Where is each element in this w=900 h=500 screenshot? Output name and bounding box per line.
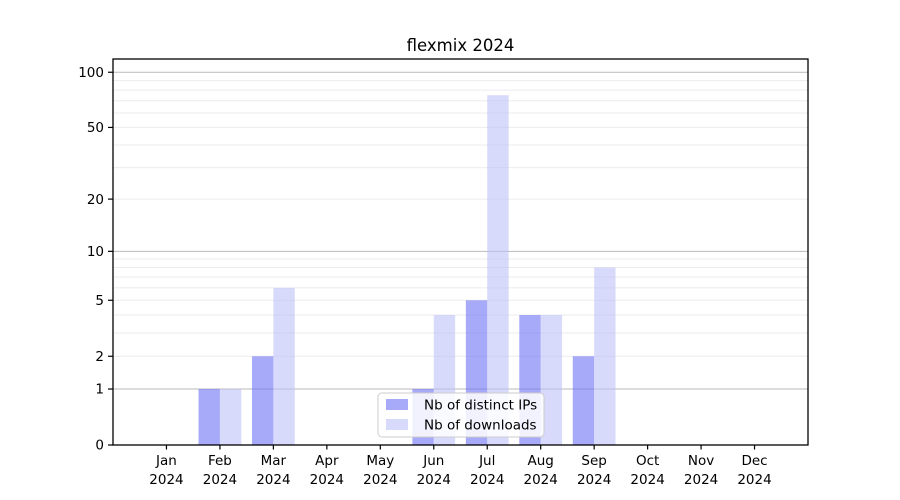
x-tick-label-month: Aug [528, 453, 554, 469]
x-tick-label-month: Nov [688, 453, 714, 469]
x-tick-label-month: Feb [208, 453, 232, 469]
x-tick-label-year: 2024 [737, 472, 771, 488]
bar-distinct-ips-sep [573, 356, 594, 445]
x-tick-label-year: 2024 [417, 472, 451, 488]
x-tick-label-year: 2024 [577, 472, 611, 488]
bar-distinct-ips-mar [252, 356, 273, 445]
x-tick-label-month: May [366, 453, 394, 469]
y-tick-label: 2 [95, 349, 104, 365]
x-tick-label-month: Mar [261, 453, 287, 469]
y-tick-label: 20 [87, 192, 104, 208]
x-tick-label-year: 2024 [470, 472, 504, 488]
x-tick-label-month: Jan [155, 453, 177, 469]
x-tick-label-month: Jun [422, 453, 444, 469]
bar-chart: 0 1 2 5 10 20 50 100 Jan 2024 Feb 2024 Mar 2024 Apr 202… [0, 0, 900, 500]
bar-downloads-sep [594, 268, 615, 445]
chart-canvas: 0 1 2 5 10 20 50 100 Jan 2024 Feb 2024 Mar 2024 Apr 202… [0, 0, 900, 500]
plot-border [113, 59, 808, 445]
legend: Nb of distinct IPs Nb of downloads [378, 393, 544, 437]
legend-label-downloads: Nb of downloads [424, 418, 537, 434]
bar-downloads-feb [220, 389, 241, 445]
bar-distinct-ips-feb [199, 389, 220, 445]
x-tick-label-year: 2024 [310, 472, 344, 488]
legend-swatch-distinct-ips [386, 399, 408, 410]
chart-title: flexmix 2024 [407, 36, 515, 55]
y-tick-label: 50 [87, 120, 104, 136]
y-tick-label: 0 [95, 438, 104, 454]
legend-label-distinct-ips: Nb of distinct IPs [424, 398, 537, 414]
x-tick-label-year: 2024 [203, 472, 237, 488]
x-tick-label-month: Dec [741, 453, 767, 469]
x-tick-label-year: 2024 [630, 472, 664, 488]
x-tick-label-year: 2024 [149, 472, 183, 488]
y-tick-label: 1 [95, 382, 104, 398]
y-tick-label: 10 [87, 244, 104, 260]
y-tick-label: 100 [78, 65, 104, 81]
legend-swatch-downloads [386, 419, 408, 430]
y-tick-label: 5 [95, 293, 104, 309]
x-tick-label-year: 2024 [524, 472, 558, 488]
major-gridlines [113, 72, 808, 389]
x-tick-label-year: 2024 [363, 472, 397, 488]
x-tick-label-month: Apr [315, 453, 339, 469]
minor-gridlines [113, 81, 808, 357]
x-tick-label-month: Oct [636, 453, 659, 469]
x-tick-label-year: 2024 [684, 472, 718, 488]
x-tick-label-month: Jul [478, 453, 495, 469]
bar-downloads-mar [273, 288, 294, 445]
x-tick-label-year: 2024 [256, 472, 290, 488]
x-tick-label-month: Sep [581, 453, 606, 469]
